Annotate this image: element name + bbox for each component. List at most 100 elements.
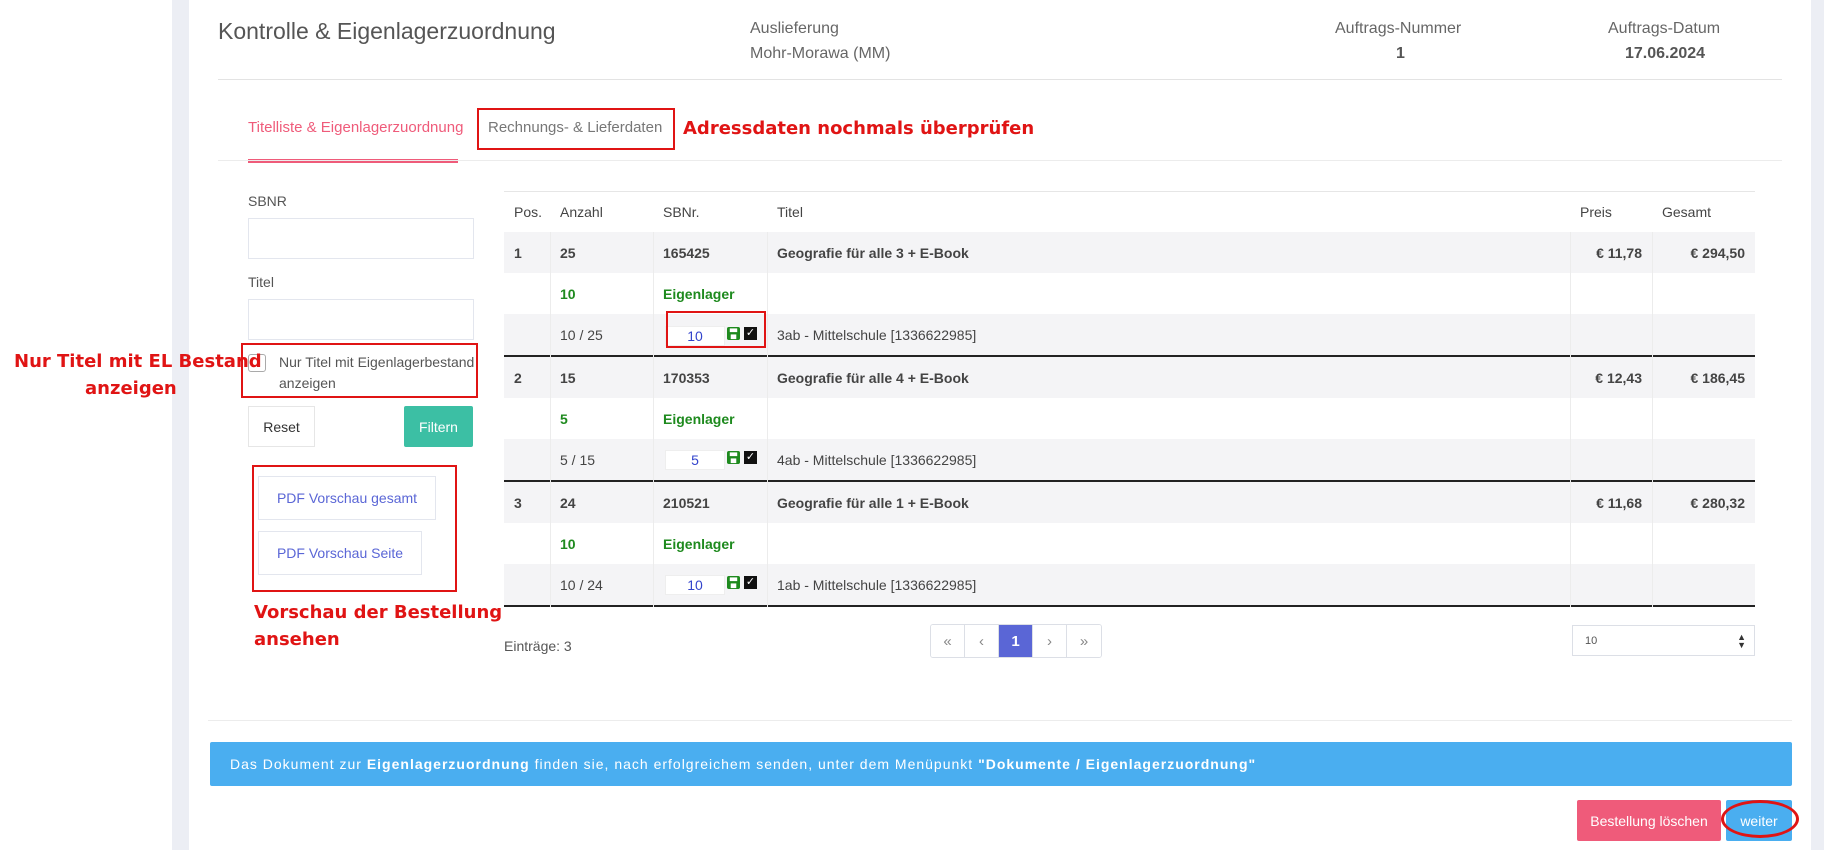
pagination: « ‹ 1 › » xyxy=(930,624,1102,658)
item-qty: 25 xyxy=(560,244,576,261)
item-pos: 3 xyxy=(514,494,522,511)
annotation-el-stock-line1: Nur Titel mit EL Bestand xyxy=(14,351,262,372)
stock-row: 10 Eigenlager xyxy=(504,523,1755,564)
right-background-strip xyxy=(1811,0,1824,850)
table-row: 1 25 165425 Geografie für alle 3 + E-Boo… xyxy=(504,232,1755,273)
last-page-button[interactable]: » xyxy=(1067,625,1101,657)
item-title: Geografie für alle 1 + E-Book xyxy=(777,494,969,511)
tabs-divider xyxy=(218,160,1782,161)
info-text-2: finden sie, nach erfolgreichem senden, u… xyxy=(534,756,974,772)
content-divider xyxy=(208,720,1792,721)
item-pos: 1 xyxy=(514,244,522,261)
pdf-preview-total-button[interactable]: PDF Vorschau gesamt xyxy=(258,476,436,520)
item-title: Geografie für alle 3 + E-Book xyxy=(777,244,969,261)
delete-order-button[interactable]: Bestellung löschen xyxy=(1577,800,1721,841)
info-text-1: Das Dokument zur xyxy=(230,756,362,772)
el-stock-checkbox-label: Nur Titel mit Eigenlagerbestand anzeigen xyxy=(279,354,475,391)
annotation-ellipse-next xyxy=(1721,800,1799,838)
col-divider xyxy=(550,232,551,607)
col-header-total: Gesamt xyxy=(1662,204,1712,220)
assignment-row: 5 / 15 5 ✓ 4ab - Mittelschule [133662298… xyxy=(504,439,1755,482)
annotation-el-stock-line2: anzeigen xyxy=(85,378,177,399)
order-number-label: Auftrags-Nummer xyxy=(1335,20,1462,37)
per-page-select[interactable]: 10 ▲ ▼ xyxy=(1572,625,1755,656)
annotation-address-check: Adressdaten nochmals überprüfen xyxy=(683,118,1035,139)
order-date-label: Auftrags-Datum xyxy=(1608,20,1721,37)
stock-row: 10 Eigenlager xyxy=(504,273,1755,314)
annotation-preview-line2: ansehen xyxy=(254,629,340,650)
stock-row: 5 Eigenlager xyxy=(504,398,1755,439)
stock-qty: 10 xyxy=(560,535,576,552)
page-1-button[interactable]: 1 xyxy=(999,625,1033,657)
entries-count: Einträge: 3 xyxy=(504,638,572,654)
order-date-value: 17.06.2024 xyxy=(1625,45,1706,62)
col-divider xyxy=(653,232,654,607)
pdf-preview-page-button[interactable]: PDF Vorschau Seite xyxy=(258,531,422,575)
col-header-sbnr: SBNr. xyxy=(663,204,700,220)
delivery-label: Auslieferung xyxy=(750,20,839,37)
assignment-row: 10 / 24 10 ✓ 1ab - Mittelschule [1336622… xyxy=(504,564,1755,607)
annotation-box-qty-input xyxy=(666,311,766,348)
col-header-title: Titel xyxy=(777,204,803,220)
item-price: € 11,68 xyxy=(1596,494,1642,511)
left-background-strip xyxy=(172,0,189,850)
assign-school: 1ab - Mittelschule [1336622985] xyxy=(777,576,977,593)
page-title: Kontrolle & Eigenlagerzuordnung xyxy=(218,18,556,44)
item-pos: 2 xyxy=(514,369,522,386)
item-total: € 186,45 xyxy=(1690,369,1746,386)
item-price: € 12,43 xyxy=(1595,369,1642,386)
stock-label: Eigenlager xyxy=(663,285,735,302)
annotation-box-billing-tab xyxy=(477,108,675,150)
sbnr-input[interactable] xyxy=(248,218,474,259)
info-text-bold-2: "Dokumente / Eigenlagerzuordnung" xyxy=(978,756,1257,772)
stock-qty: 10 xyxy=(560,285,576,302)
save-icon[interactable] xyxy=(727,576,740,589)
assign-school: 3ab - Mittelschule [1336622985] xyxy=(777,326,977,343)
col-header-pos: Pos. xyxy=(514,204,543,220)
first-page-button[interactable]: « xyxy=(931,625,965,657)
table-header-row: Pos. Anzahl SBNr. Titel Preis Gesamt xyxy=(504,191,1755,232)
assign-school: 4ab - Mittelschule [1336622985] xyxy=(777,451,977,468)
per-page-value: 10 xyxy=(1585,634,1598,647)
reset-button[interactable]: Reset xyxy=(248,406,315,447)
next-page-button[interactable]: › xyxy=(1033,625,1067,657)
header-divider xyxy=(218,79,1782,80)
title-label: Titel xyxy=(248,274,274,290)
info-text-bold-1: Eigenlagerzuordnung xyxy=(366,756,530,772)
title-input[interactable] xyxy=(248,299,474,340)
table-row: 3 24 210521 Geografie für alle 1 + E-Boo… xyxy=(504,482,1755,523)
col-divider xyxy=(1570,232,1571,607)
col-divider xyxy=(767,232,768,607)
assign-ratio: 10 / 24 xyxy=(560,576,603,593)
filter-button[interactable]: Filtern xyxy=(404,406,473,447)
delivery-value: Mohr-Morawa (MM) xyxy=(750,45,891,62)
item-total: € 294,50 xyxy=(1690,244,1746,261)
item-sbnr: 210521 xyxy=(663,494,710,511)
assign-ratio: 10 / 25 xyxy=(560,326,603,343)
item-qty: 15 xyxy=(560,369,576,386)
confirm-check-icon[interactable]: ✓ xyxy=(744,451,757,464)
assign-qty-input[interactable]: 10 xyxy=(665,575,725,595)
stock-qty: 5 xyxy=(560,410,568,427)
stock-label: Eigenlager xyxy=(663,410,735,427)
table-row: 2 15 170353 Geografie für alle 4 + E-Boo… xyxy=(504,357,1755,398)
col-divider xyxy=(1652,232,1653,607)
info-banner: Das Dokument zur Eigenlagerzuordnung fin… xyxy=(210,742,1792,786)
confirm-check-icon[interactable]: ✓ xyxy=(744,576,757,589)
item-title: Geografie für alle 4 + E-Book xyxy=(777,369,969,386)
prev-page-button[interactable]: ‹ xyxy=(965,625,999,657)
order-number-value: 1 xyxy=(1396,45,1405,62)
col-header-price: Preis xyxy=(1580,204,1612,220)
assign-qty-input[interactable]: 5 xyxy=(665,450,725,470)
sbnr-label: SBNR xyxy=(248,193,287,209)
item-qty: 24 xyxy=(560,494,576,511)
sort-arrows-icon: ▲ ▼ xyxy=(1737,632,1746,650)
assign-ratio: 5 / 15 xyxy=(560,451,596,468)
item-total: € 280,32 xyxy=(1690,494,1746,511)
stock-label: Eigenlager xyxy=(663,535,735,552)
item-sbnr: 165425 xyxy=(663,244,710,261)
item-price: € 11,78 xyxy=(1596,244,1642,261)
save-icon[interactable] xyxy=(727,451,740,464)
col-header-qty: Anzahl xyxy=(560,204,603,220)
tab-title-list[interactable]: Titelliste & Eigenlagerzuordnung xyxy=(248,119,463,136)
